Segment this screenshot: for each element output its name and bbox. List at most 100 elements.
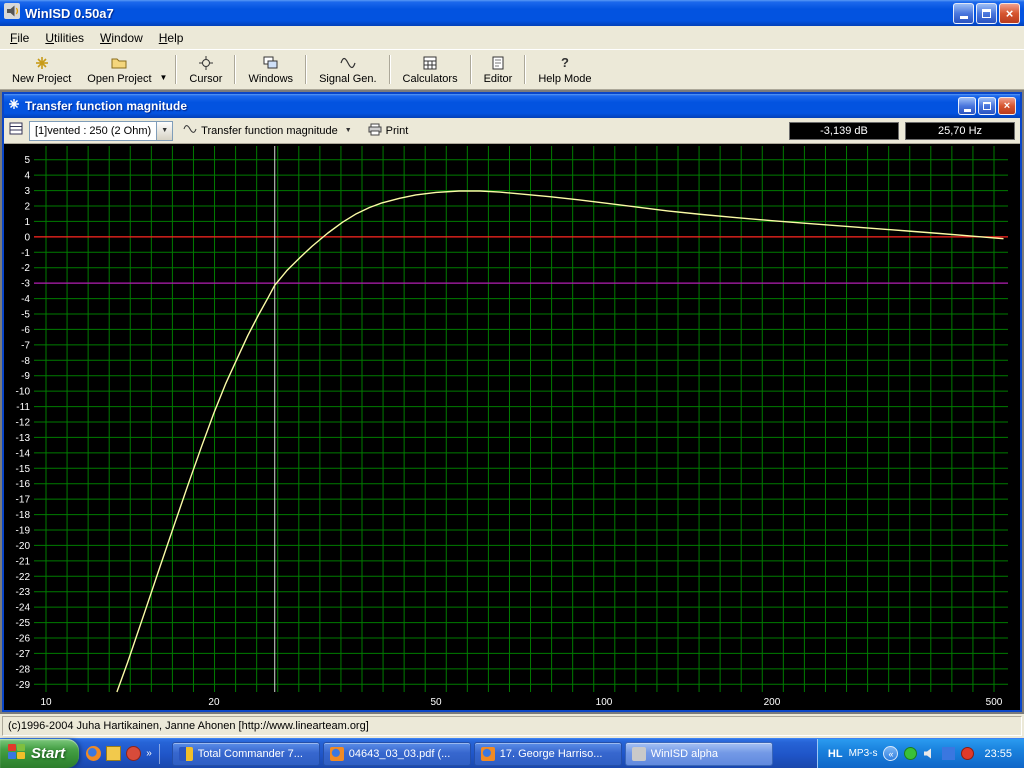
tray-status-icon[interactable]: [904, 747, 918, 760]
plot-maximize-button[interactable]: [978, 97, 996, 115]
y-axis-tick-label: -28: [16, 664, 31, 675]
y-axis-tick-label: -26: [16, 634, 31, 645]
taskbar-separator: [158, 743, 160, 764]
y-axis-tick-label: 5: [24, 155, 30, 166]
y-axis-tick-label: -17: [16, 495, 31, 506]
tray-toolbar-label[interactable]: MP3-s: [849, 748, 878, 759]
app-titlebar: WinISD 0.50a7 ×: [0, 0, 1024, 26]
volume-icon[interactable]: [923, 747, 936, 760]
y-axis-tick-label: -15: [16, 464, 31, 475]
cursor-label: Cursor: [189, 72, 223, 85]
new-project-button[interactable]: New Project: [4, 51, 79, 88]
project-selector[interactable]: [1]vented : 250 (2 Ohm) ▼: [29, 120, 174, 141]
task-george-harrison[interactable]: 17. George Harriso...: [473, 741, 622, 766]
graph-type-value: Transfer function magnitude: [201, 124, 338, 137]
x-axis-tick-label: 100: [596, 697, 613, 708]
y-axis-tick-label: 0: [24, 232, 30, 243]
y-axis-tick-label: -13: [16, 433, 31, 444]
quick-launch-overflow-icon[interactable]: »: [146, 748, 152, 759]
y-axis-tick-label: -14: [16, 448, 31, 459]
media-player-icon[interactable]: [126, 746, 142, 761]
windows-flag-icon: [7, 743, 26, 764]
task-label: WinISD alpha: [650, 747, 719, 760]
cursor-button[interactable]: Cursor: [181, 51, 230, 88]
y-axis-tick-label: 1: [24, 217, 30, 228]
new-project-icon: [35, 55, 49, 71]
start-label: Start: [31, 745, 66, 762]
task-winisd-alpha[interactable]: WinISD alpha: [624, 741, 773, 766]
tray-clock[interactable]: 23:55: [984, 748, 1012, 760]
calculators-button[interactable]: Calculators: [395, 51, 466, 88]
task-label: Total Commander 7...: [197, 747, 303, 760]
windows-icon: [263, 55, 278, 71]
toolbar-separator: [175, 55, 178, 84]
calculators-icon: [423, 55, 437, 71]
status-bar: (c)1996-2004 Juha Hartikainen, Janne Aho…: [0, 714, 1024, 738]
magnitude-curve: [116, 190, 1004, 693]
menu-help[interactable]: Help: [151, 28, 192, 48]
toolbar-separator: [305, 55, 308, 84]
x-axis-tick-label: 20: [208, 697, 220, 708]
open-project-dropdown[interactable]: ▼: [160, 51, 172, 88]
toolbar-separator: [524, 55, 527, 84]
toolbar-separator: [234, 55, 237, 84]
plot-minimize-button[interactable]: [958, 97, 976, 115]
task-button-area: Total Commander 7... 04643_03_03.pdf (..…: [169, 739, 817, 768]
y-axis-tick-label: -20: [16, 541, 31, 552]
y-axis-tick-label: -8: [21, 356, 30, 367]
y-axis-tick-label: -6: [21, 325, 30, 336]
dropdown-arrow-icon[interactable]: ▼: [156, 121, 173, 140]
transfer-function-chart[interactable]: 5 4 3 2 1 0 -1 -2 -3 -4 -5 -6 -7 -8 -9 -10 -11 -12 -13 -14-…: [4, 144, 1020, 710]
plot-window: Transfer function magnitude × [1]vented …: [2, 92, 1022, 712]
y-axis-tick-label: -12: [16, 418, 31, 429]
y-axis-tick-label: -9: [21, 371, 30, 382]
waveform-icon: [183, 124, 197, 137]
plot-close-button[interactable]: ×: [998, 97, 1016, 115]
menu-file[interactable]: File: [2, 28, 37, 48]
minimize-button[interactable]: [953, 2, 974, 24]
close-button[interactable]: ×: [999, 2, 1020, 24]
start-button[interactable]: Start: [0, 739, 80, 768]
document-icon[interactable]: [106, 746, 122, 761]
y-axis-tick-label: -23: [16, 587, 31, 598]
y-axis-tick-label: -25: [16, 618, 31, 629]
toolbar-separator: [388, 55, 391, 84]
signal-gen-button[interactable]: Signal Gen.: [311, 51, 384, 88]
tray-collapse-icon[interactable]: «: [883, 746, 899, 761]
print-button[interactable]: Print: [362, 121, 415, 141]
print-label: Print: [385, 124, 409, 137]
help-mode-button[interactable]: ? Help Mode: [530, 51, 599, 88]
menu-utilities[interactable]: Utilities: [37, 28, 92, 48]
y-axis-tick-label: -3: [21, 279, 30, 290]
system-tray: HL MP3-s « 23:55: [816, 739, 1024, 768]
windows-label: Windows: [248, 72, 294, 85]
task-label: 17. George Harriso...: [499, 747, 603, 760]
browser-icon[interactable]: [86, 746, 102, 761]
y-axis-tick-label: -16: [16, 479, 31, 490]
tray-app-icon[interactable]: [942, 747, 956, 760]
graph-type-selector[interactable]: Transfer function magnitude ▼: [179, 123, 356, 138]
task-label: 04643_03_03.pdf (...: [348, 747, 451, 760]
close-icon: ×: [1003, 100, 1011, 112]
editor-button[interactable]: Editor: [476, 51, 521, 88]
y-axis-tick-label: -10: [16, 387, 31, 398]
language-indicator[interactable]: HL: [828, 748, 843, 760]
close-icon: ×: [1005, 5, 1014, 21]
maximize-button[interactable]: [976, 2, 997, 24]
y-axis-tick-label: -27: [16, 649, 31, 660]
task-total-commander[interactable]: Total Commander 7...: [171, 741, 320, 766]
task-pdf-document[interactable]: 04643_03_03.pdf (...: [322, 741, 471, 766]
chart-canvas[interactable]: 543210-1-2-3-4-5-6-7-8-9-10-11-12-13-14-…: [4, 144, 1020, 710]
app-icon: [4, 2, 20, 24]
y-axis-tick-label: -1: [21, 248, 30, 259]
editor-icon: [492, 55, 504, 71]
tray-ati-icon[interactable]: [961, 747, 975, 760]
editor-label: Editor: [483, 72, 513, 85]
dropdown-arrow-icon: ▼: [344, 127, 352, 134]
windows-button[interactable]: Windows: [240, 51, 301, 88]
menu-window[interactable]: Window: [92, 28, 151, 48]
x-axis-tick-label: 200: [764, 697, 781, 708]
open-project-button[interactable]: Open Project: [79, 51, 159, 88]
y-axis-tick-label: -18: [16, 510, 31, 521]
minimize-icon: [963, 108, 971, 112]
